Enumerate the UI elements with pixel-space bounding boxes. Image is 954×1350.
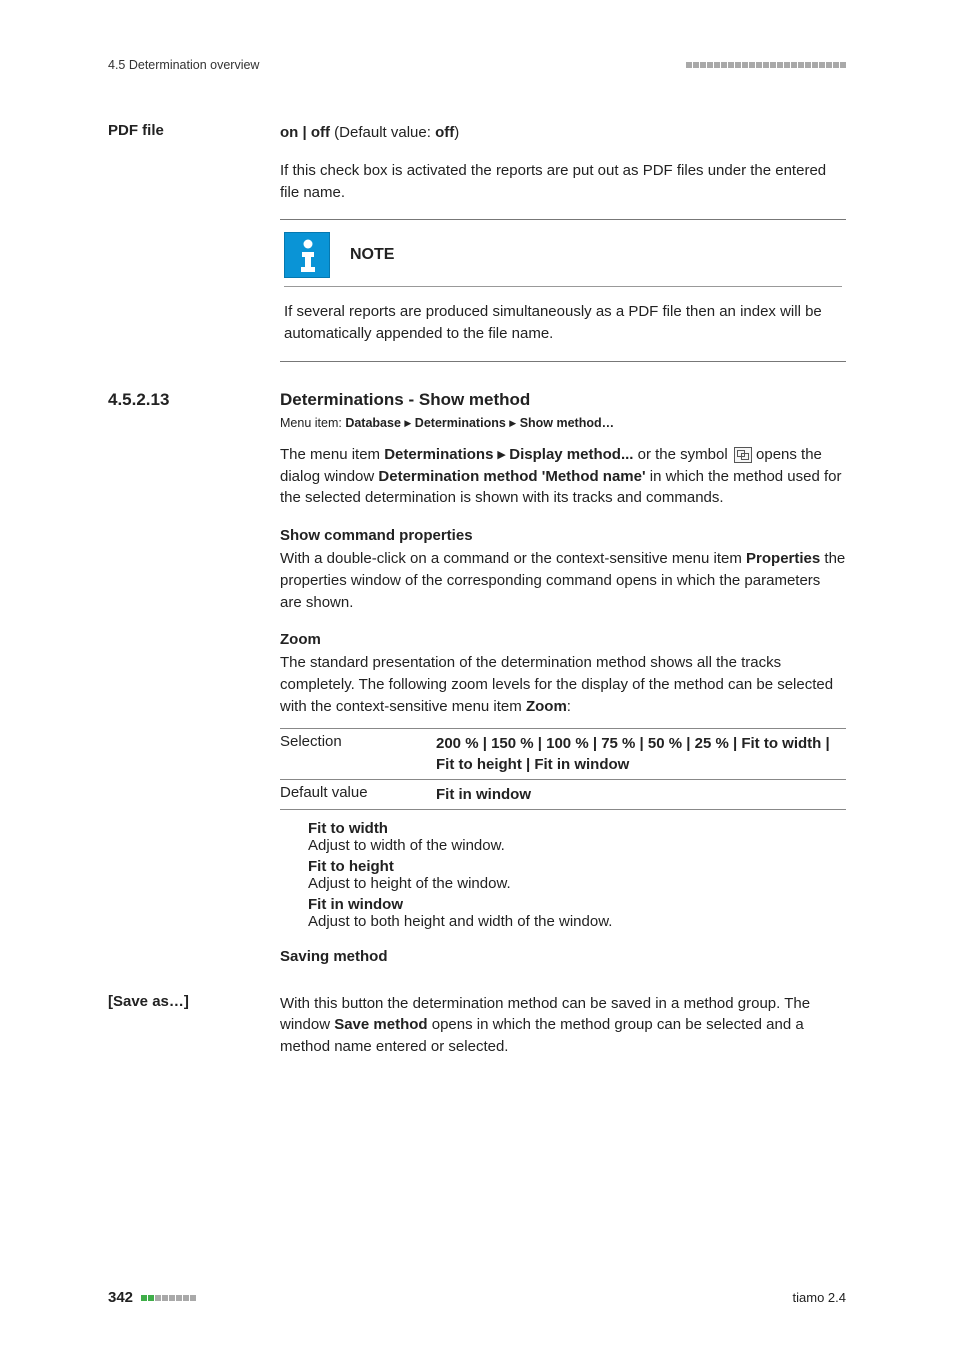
onoff-default-value: off bbox=[435, 124, 454, 141]
pdf-body-text: If this check box is activated the repor… bbox=[280, 160, 846, 204]
triangle-icon: ▶ bbox=[509, 418, 516, 428]
saving-method-heading: Saving method bbox=[280, 948, 846, 965]
zoom-b1: Zoom bbox=[526, 698, 567, 715]
zoom-body: The standard presentation of the determi… bbox=[280, 652, 846, 717]
menuitem-p3: Show method… bbox=[520, 416, 614, 430]
pdf-file-heading: PDF file bbox=[108, 122, 273, 139]
zoom-heading: Zoom bbox=[280, 631, 846, 648]
header-decoration bbox=[686, 62, 846, 68]
intro-t1: The menu item bbox=[280, 446, 384, 463]
save-as-label: [Save as…] bbox=[108, 993, 273, 1010]
saving-b1: Save method bbox=[334, 1016, 427, 1033]
def-term: Fit in window bbox=[308, 896, 846, 913]
showcmd-b1: Properties bbox=[746, 550, 820, 567]
menuitem-p1: Database bbox=[345, 416, 401, 430]
showcmd-t1: With a double-click on a command or the … bbox=[280, 550, 746, 567]
triangle-icon: ▶ bbox=[404, 418, 411, 428]
note-label: NOTE bbox=[350, 246, 394, 264]
header-breadcrumb: 4.5 Determination overview bbox=[108, 58, 259, 72]
menuitem-p2: Determinations bbox=[415, 416, 506, 430]
menu-item-path: Menu item: Database ▶ Determinations ▶ S… bbox=[280, 416, 846, 430]
menuitem-prefix: Menu item: bbox=[280, 416, 345, 430]
zoom-t2: : bbox=[567, 698, 571, 715]
note-body: If several reports are produced simultan… bbox=[284, 301, 842, 345]
show-method-icon bbox=[734, 447, 752, 463]
def-term: Fit to height bbox=[308, 858, 846, 875]
footer-decoration bbox=[141, 1295, 196, 1301]
page-number: 342 bbox=[108, 1289, 133, 1306]
section-number: 4.5.2.13 bbox=[108, 390, 280, 410]
table-row: Default value Fit in window bbox=[280, 780, 846, 810]
show-cmd-heading: Show command properties bbox=[280, 527, 846, 544]
def-term: Fit to width bbox=[308, 820, 846, 837]
section-intro: The menu item Determinations ▸ Display m… bbox=[280, 444, 846, 509]
def-desc: Adjust to height of the window. bbox=[308, 875, 846, 892]
info-icon bbox=[284, 232, 330, 278]
intro-b1: Determinations ▸ Display method... bbox=[384, 446, 633, 463]
footer-product: tiamo 2.4 bbox=[793, 1290, 846, 1305]
def-desc: Adjust to both height and width of the w… bbox=[308, 913, 846, 930]
show-cmd-body: With a double-click on a command or the … bbox=[280, 548, 846, 613]
saving-body: With this button the determination metho… bbox=[280, 993, 846, 1058]
tbl-default-label: Default value bbox=[280, 784, 430, 805]
intro-b2: Determination method 'Method name' bbox=[378, 468, 645, 485]
tbl-selection-value: 200 % | 150 % | 100 % | 75 % | 50 % | 25… bbox=[430, 733, 846, 775]
def-desc: Adjust to width of the window. bbox=[308, 837, 846, 854]
pdf-onoff-line: on | off (Default value: off) bbox=[280, 122, 846, 144]
intro-t2: or the symbol bbox=[633, 446, 731, 463]
tbl-selection-label: Selection bbox=[280, 733, 430, 775]
section-title: Determinations - Show method bbox=[280, 390, 530, 410]
note-box: NOTE If several reports are produced sim… bbox=[280, 219, 846, 362]
onoff-default-prefix: (Default value: bbox=[330, 124, 435, 141]
tbl-default-value: Fit in window bbox=[430, 784, 846, 805]
zoom-table: Selection 200 % | 150 % | 100 % | 75 % |… bbox=[280, 728, 846, 810]
onoff-values: on | off bbox=[280, 124, 330, 141]
onoff-default-suffix: ) bbox=[454, 124, 459, 141]
fit-definitions: Fit to width Adjust to width of the wind… bbox=[308, 820, 846, 930]
table-row: Selection 200 % | 150 % | 100 % | 75 % |… bbox=[280, 728, 846, 780]
